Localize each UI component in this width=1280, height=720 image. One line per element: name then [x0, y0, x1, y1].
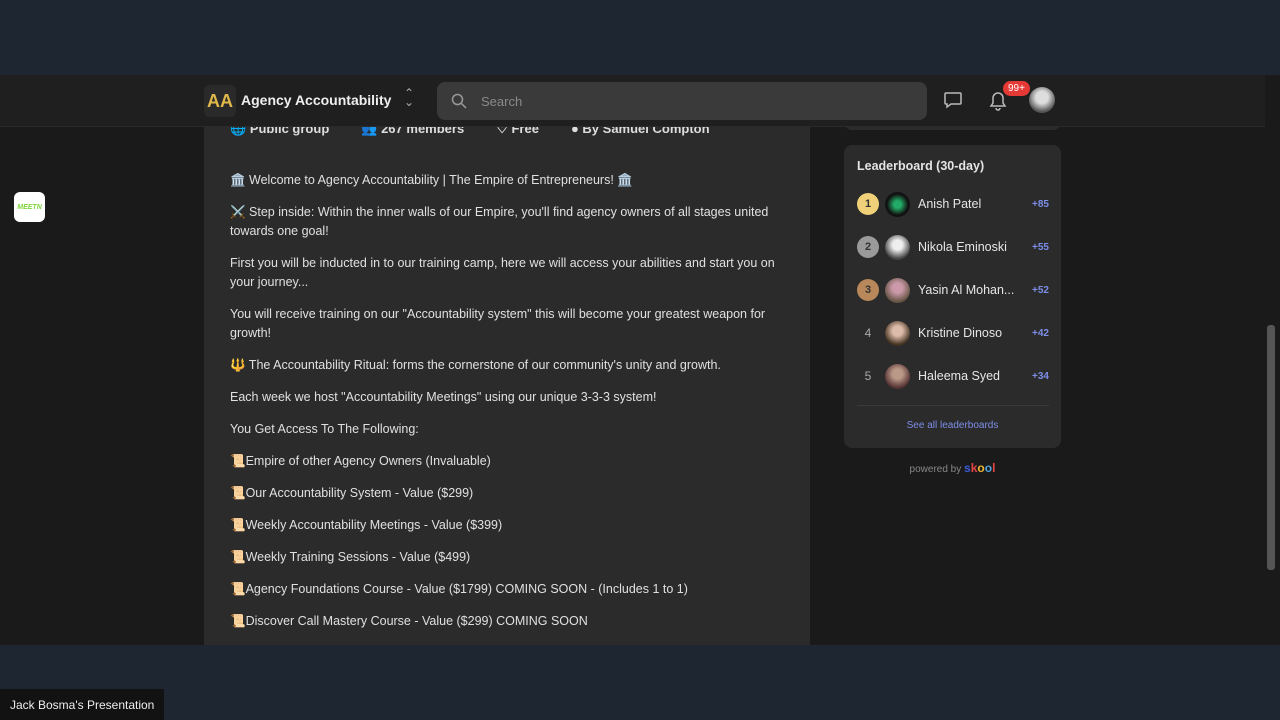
member-points: +55 — [1032, 241, 1049, 253]
leaderboard-row[interactable]: 2 Nikola Eminoski +55 — [857, 232, 1049, 262]
scrollbar[interactable] — [1265, 75, 1277, 645]
medal-icon: 2 — [857, 236, 879, 258]
description-paragraph: 📜Agency Foundations Course - Value ($179… — [230, 582, 688, 596]
member-name[interactable]: Yasin Al Mohan... — [918, 283, 1032, 297]
powered-prefix: powered by — [909, 464, 962, 475]
group-name[interactable]: Agency Accountability — [241, 92, 391, 108]
description-paragraph: 📜Weekly Accountability Meetings - Value … — [230, 518, 503, 532]
group-description: 🏛️ Welcome to Agency Accountability | Th… — [230, 171, 790, 644]
skool-logo: skool — [964, 461, 996, 475]
user-avatar[interactable] — [1029, 87, 1055, 113]
description-paragraph: 🔱 The Accountability Ritual: forms the c… — [230, 358, 721, 372]
member-name[interactable]: Nikola Eminoski — [918, 240, 1032, 254]
leaderboard-row[interactable]: 4 Kristine Dinoso +42 — [857, 318, 1049, 348]
divider — [857, 405, 1049, 406]
about-card: 🌐 Public group 👥 267 members ♡ Free ● By… — [204, 115, 810, 645]
search-placeholder: Search — [481, 93, 523, 109]
powered-by[interactable]: powered by skool — [844, 461, 1061, 475]
member-name[interactable]: Haleema Syed — [918, 369, 1032, 383]
member-avatar[interactable] — [885, 191, 910, 217]
description-paragraph: First you will be inducted in to our tra… — [230, 256, 775, 289]
see-all-leaderboards-link[interactable]: See all leaderboards — [844, 420, 1061, 431]
group-switcher-icon[interactable]: ⌃ ⌄ — [404, 87, 414, 108]
leaderboard-row[interactable]: 1 Anish Patel +85 — [857, 189, 1049, 219]
presentation-caption: Jack Bosma's Presentation — [0, 689, 165, 720]
member-avatar[interactable] — [885, 320, 910, 346]
medal-icon: 1 — [857, 193, 879, 215]
search-icon — [451, 93, 467, 109]
medal-icon: 3 — [857, 279, 879, 301]
member-avatar[interactable] — [885, 363, 910, 389]
leaderboard-row[interactable]: 3 Yasin Al Mohan... +52 — [857, 275, 1049, 305]
member-avatar[interactable] — [885, 234, 910, 260]
rank-number: 5 — [864, 369, 872, 383]
description-paragraph: ⚔️ Step inside: Within the inner walls o… — [230, 205, 769, 238]
scrollbar-thumb[interactable] — [1267, 325, 1275, 570]
leaderboard-title: Leaderboard (30-day) — [857, 159, 985, 173]
search-input[interactable]: Search — [437, 82, 927, 120]
top-nav: AA Agency Accountability ⌃ ⌄ Search 99+ — [0, 75, 1265, 127]
description-paragraph: 🏛️ Welcome to Agency Accountability | Th… — [230, 173, 633, 187]
notification-badge: 99+ — [1003, 81, 1030, 96]
member-points: +42 — [1032, 327, 1049, 339]
leaderboard-card: Leaderboard (30-day) 1 Anish Patel +85 2 Nik… — [844, 145, 1061, 448]
description-paragraph: 📜Empire of other Agency Owners (Invaluab… — [230, 454, 491, 468]
description-paragraph: You Get Access To The Following: — [230, 422, 419, 436]
meetn-app-icon[interactable]: MEETN — [14, 192, 45, 222]
chat-icon[interactable] — [943, 91, 963, 109]
member-points: +52 — [1032, 284, 1049, 296]
member-points: +34 — [1032, 370, 1049, 382]
bell-icon[interactable] — [989, 91, 1007, 111]
member-avatar[interactable] — [885, 277, 910, 303]
member-name[interactable]: Kristine Dinoso — [918, 326, 1032, 340]
description-paragraph: You will receive training on our "Accoun… — [230, 307, 766, 340]
member-name[interactable]: Anish Patel — [918, 197, 1032, 211]
leaderboard-row[interactable]: 5 Haleema Syed +34 — [857, 361, 1049, 391]
rank-number: 4 — [864, 326, 872, 340]
description-paragraph: 📜Discover Call Mastery Course - Value ($… — [230, 614, 588, 628]
member-points: +85 — [1032, 198, 1049, 210]
description-paragraph: 📜Our Accountability System - Value ($299… — [230, 486, 474, 500]
browser-viewport: 🌐 Public group 👥 267 members ♡ Free ● By… — [0, 75, 1280, 645]
description-paragraph: 📜Weekly Training Sessions - Value ($499) — [230, 550, 471, 564]
group-logo[interactable]: AA — [204, 85, 236, 117]
description-paragraph: Each week we host "Accountability Meetin… — [230, 390, 657, 404]
